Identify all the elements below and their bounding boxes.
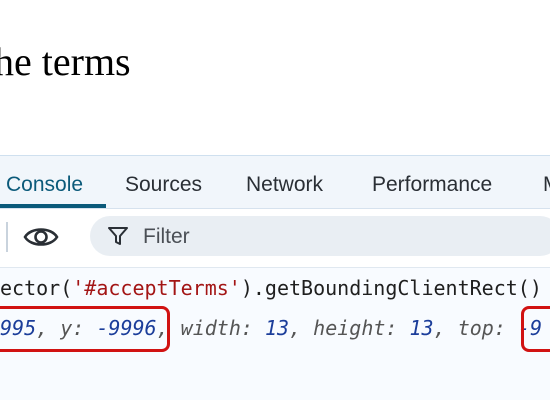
result-height-value: 13 <box>409 316 434 340</box>
result-width-value: 13 <box>264 316 290 340</box>
result-top-key: top <box>457 316 494 340</box>
eye-icon[interactable] <box>23 222 59 252</box>
command-selector-string: '#acceptTerms' <box>72 276 241 300</box>
active-tab-indicator <box>0 204 106 208</box>
filter-placeholder: Filter <box>143 225 190 248</box>
result-height-key: height <box>313 316 386 340</box>
highlight-annotation-top <box>521 306 550 352</box>
console-command: ector('#acceptTerms').getBoundingClientR… <box>0 278 542 298</box>
highlight-annotation-xy <box>0 306 170 352</box>
toolbar-divider <box>6 222 8 252</box>
command-prefix: ector( <box>0 276 73 300</box>
filter-input[interactable]: Filter <box>90 216 550 256</box>
tab-sources[interactable]: Sources <box>125 173 202 197</box>
tab-memory[interactable]: M <box>543 173 550 197</box>
command-suffix: ).getBoundingClientRect() <box>240 276 542 300</box>
tab-console[interactable]: Console <box>6 173 83 197</box>
tab-network[interactable]: Network <box>246 173 323 197</box>
tab-performance[interactable]: Performance <box>372 173 492 197</box>
filter-icon <box>108 227 128 245</box>
result-width-key: width <box>180 316 241 340</box>
page-heading: he terms <box>0 39 131 84</box>
devtools-panel: Console Sources Network Performance M Fi… <box>0 155 550 400</box>
devtools-tab-bar: Console Sources Network Performance M <box>0 156 550 209</box>
